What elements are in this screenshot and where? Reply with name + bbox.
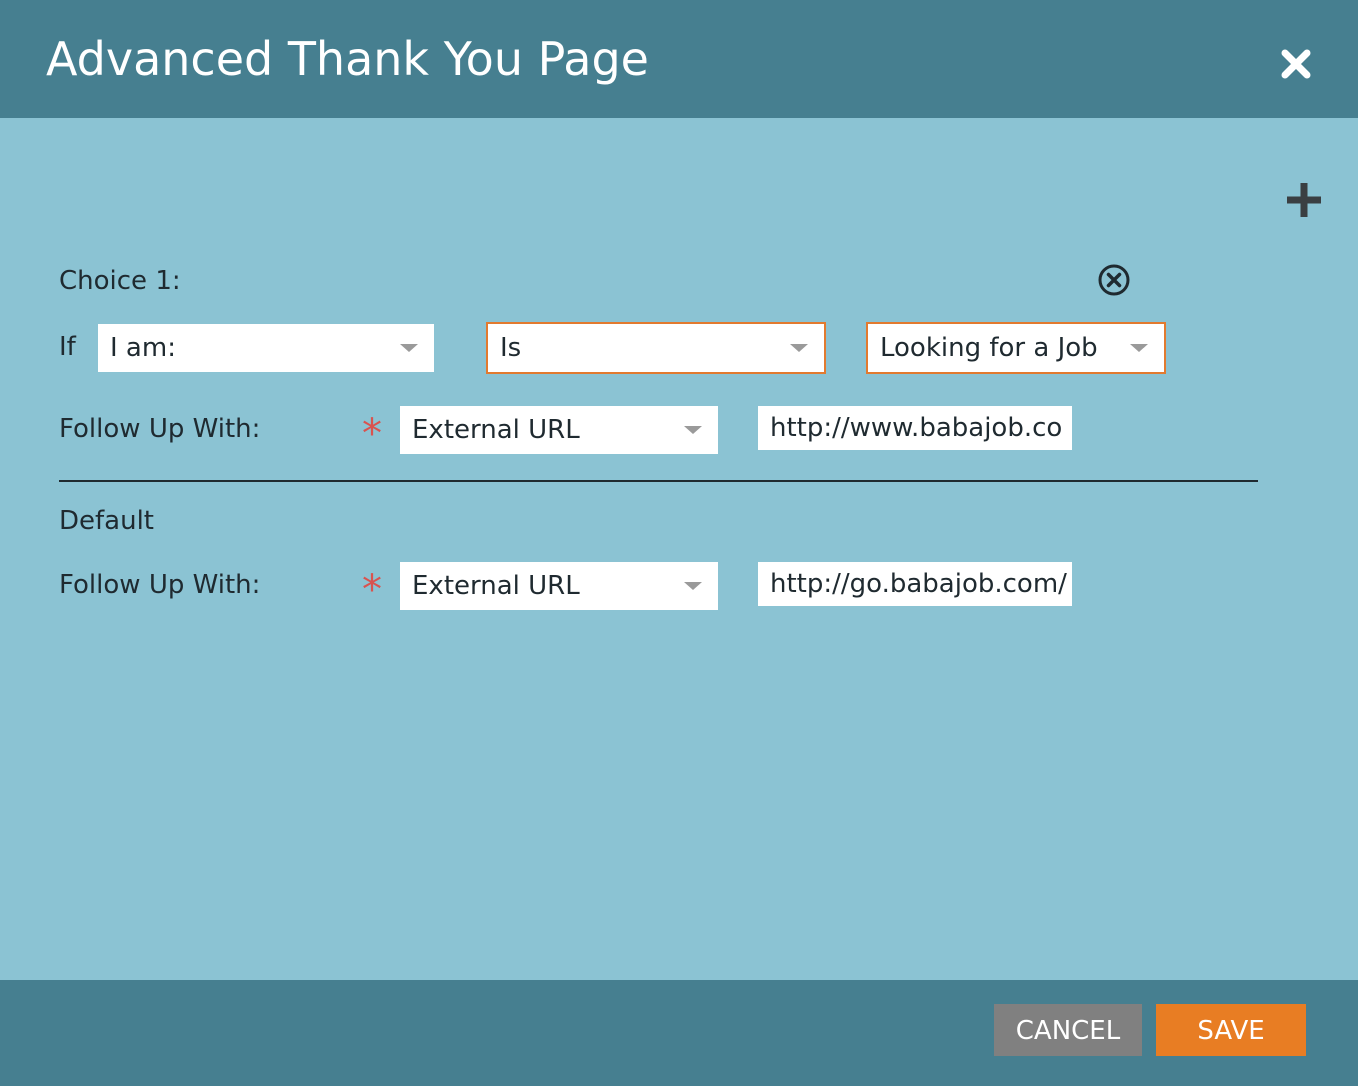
follow-up-type-value: External URL (412, 415, 580, 445)
plus-icon[interactable] (1282, 178, 1326, 222)
chevron-down-icon (400, 344, 418, 352)
dialog-title: Advanced Thank You Page (46, 32, 649, 86)
chevron-down-icon (684, 582, 702, 590)
field-select[interactable]: I am: (98, 324, 434, 372)
if-label: If (59, 332, 76, 362)
dialog-header: Advanced Thank You Page (0, 0, 1358, 118)
default-label: Default (59, 506, 154, 536)
value-select-value: Looking for a Job (880, 333, 1098, 363)
follow-up-label: Follow Up With: (59, 414, 261, 444)
save-button[interactable]: SAVE (1156, 1004, 1306, 1056)
required-marker: * (362, 567, 382, 613)
operator-select[interactable]: Is (486, 322, 826, 374)
field-select-value: I am: (110, 333, 176, 363)
dialog-footer: CANCEL SAVE (0, 980, 1358, 1086)
section-divider (59, 480, 1258, 482)
default-follow-up-type-select[interactable]: External URL (400, 562, 718, 610)
advanced-thank-you-dialog: Advanced Thank You Page Choice 1: If I a… (0, 0, 1358, 1086)
required-marker: * (362, 411, 382, 457)
follow-up-url-input[interactable] (758, 406, 1072, 450)
chevron-down-icon (684, 426, 702, 434)
cancel-button[interactable]: CANCEL (994, 1004, 1142, 1056)
operator-select-value: Is (500, 333, 522, 363)
follow-up-type-select[interactable]: External URL (400, 406, 718, 454)
remove-circle-icon[interactable] (1096, 262, 1132, 298)
value-select[interactable]: Looking for a Job (866, 322, 1166, 374)
default-url-input[interactable] (758, 562, 1072, 606)
close-icon[interactable] (1272, 40, 1320, 88)
chevron-down-icon (790, 344, 808, 352)
chevron-down-icon (1130, 344, 1148, 352)
default-follow-up-type-value: External URL (412, 571, 580, 601)
choice-label: Choice 1: (59, 266, 181, 296)
default-follow-up-label: Follow Up With: (59, 570, 261, 600)
